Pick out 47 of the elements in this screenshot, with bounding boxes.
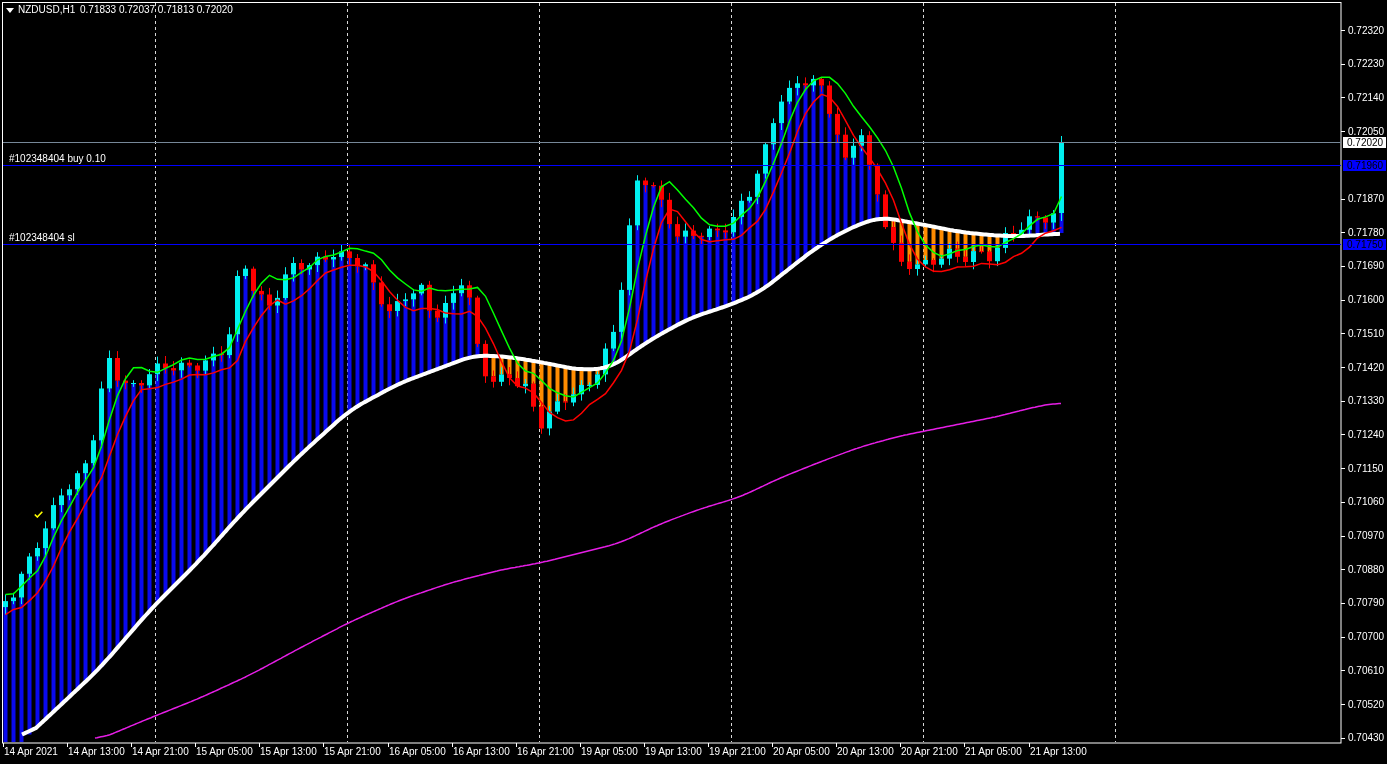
price-axis-label: 0.71240 xyxy=(1348,429,1385,440)
time-axis-label: 15 Apr 21:00 xyxy=(324,746,381,758)
time-axis-label: 21 Apr 05:00 xyxy=(965,746,1022,758)
time-axis-label: 16 Apr 05:00 xyxy=(389,746,446,758)
price-axis-label: 0.71870 xyxy=(1348,193,1385,204)
price-axis-label: 0.71780 xyxy=(1348,227,1385,238)
time-axis-label: 20 Apr 05:00 xyxy=(773,746,830,758)
caret-icon[interactable] xyxy=(6,8,14,13)
chart-symbol: NZDUSD,H1 xyxy=(18,4,76,16)
price-axis-label: 0.70520 xyxy=(1348,699,1385,710)
price-axis-label: 0.70700 xyxy=(1348,631,1385,642)
price-axis-label: 0.72050 xyxy=(1348,126,1385,137)
price-axis-label: 0.70970 xyxy=(1348,530,1385,541)
time-axis-label: 16 Apr 21:00 xyxy=(517,746,574,758)
price-axis-label: 0.72140 xyxy=(1348,92,1385,103)
price-axis-label: 0.71510 xyxy=(1348,328,1385,339)
time-axis-label: 20 Apr 21:00 xyxy=(901,746,958,758)
price-axis-label: 0.70880 xyxy=(1348,564,1385,575)
time-axis-label: 14 Apr 21:00 xyxy=(132,746,189,758)
time-axis-label: 21 Apr 13:00 xyxy=(1030,746,1087,758)
time-axis-label: 19 Apr 21:00 xyxy=(709,746,766,758)
price-axis-label: 0.72320 xyxy=(1348,25,1385,36)
price-axis-label: 0.71690 xyxy=(1348,260,1385,271)
time-axis-label: 16 Apr 13:00 xyxy=(453,746,510,758)
price-tag: 0.71750 xyxy=(1343,239,1386,250)
order-label: #102348404 buy 0.10 xyxy=(9,153,106,164)
check-icon xyxy=(34,511,43,518)
price-tag: 0.71960 xyxy=(1343,160,1386,171)
price-tag: 0.72020 xyxy=(1343,137,1386,148)
time-axis-label: 14 Apr 2021 xyxy=(4,746,58,758)
price-axis-label: 0.72230 xyxy=(1348,58,1385,69)
order-label: #102348404 sl xyxy=(9,232,75,243)
time-axis-label: 19 Apr 13:00 xyxy=(645,746,702,758)
time-axis-label: 15 Apr 05:00 xyxy=(196,746,253,758)
price-axis-label: 0.70790 xyxy=(1348,597,1385,608)
time-axis-label: 15 Apr 13:00 xyxy=(260,746,317,758)
price-axis-label: 0.71420 xyxy=(1348,362,1385,373)
price-axis-label: 0.71060 xyxy=(1348,496,1385,507)
price-axis-label: 0.71150 xyxy=(1348,463,1384,474)
time-axis-label: 19 Apr 05:00 xyxy=(581,746,638,758)
price-axis-label: 0.71330 xyxy=(1348,395,1385,406)
ohlc-values: 0.71833 0.72037 0.71813 0.72020 xyxy=(80,4,233,16)
price-axis-label: 0.71600 xyxy=(1348,294,1385,305)
price-axis-label: 0.70610 xyxy=(1348,665,1385,676)
time-axis-label: 14 Apr 13:00 xyxy=(68,746,125,758)
time-axis-label: 20 Apr 13:00 xyxy=(837,746,894,758)
price-axis-label: 0.70430 xyxy=(1348,732,1385,743)
